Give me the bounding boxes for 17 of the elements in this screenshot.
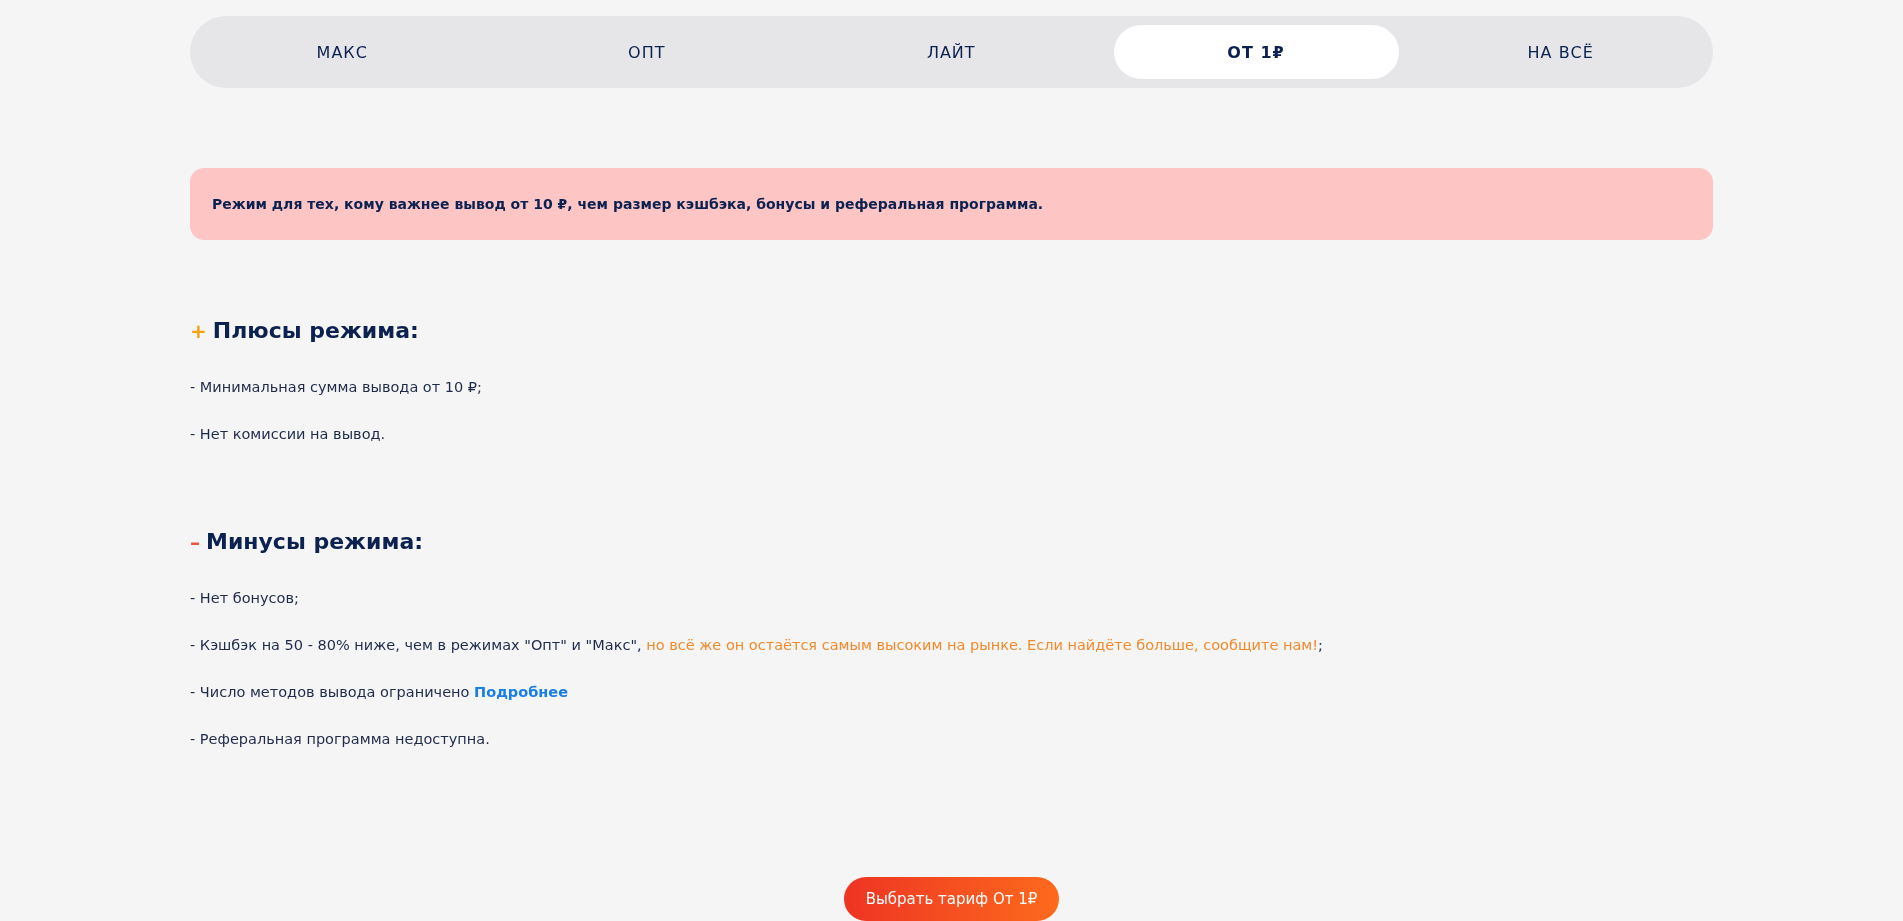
plus-sign: +: [190, 318, 207, 343]
list-item-text: - Число методов вывода ограничено: [190, 684, 471, 700]
list-item-text: - Нет бонусов;: [190, 589, 300, 608]
mode-tab[interactable]: НА ВСЁ: [1509, 25, 1612, 79]
list-item-text: - Кэшбэк на 50 - 80% ниже, чем в режимах "Опт" и "Макс", но всё же он остаётся самым высоким на рынке. Если найдёте больше, сообщите нам!;: [190, 636, 1324, 655]
mode-tab[interactable]: ОПТ: [610, 25, 684, 79]
list-item-text: - Минимальная сумма вывода от 10 ₽;: [190, 378, 483, 397]
more-link[interactable]: Подробнее: [474, 684, 568, 700]
list-item-text: - Реферальная программа недоступна.: [190, 730, 491, 749]
notice-banner: Режим для тех, кому важнее вывод от 10 ₽, чем размер кэшбэка, бонусы и реферальная программа.: [190, 168, 1713, 240]
list-item-text: - Нет комиссии на вывод.: [190, 425, 387, 444]
section-heading: Минусы режима:: [206, 529, 424, 554]
mode-tab[interactable]: ЛАЙТ: [908, 25, 994, 79]
mode-tab[interactable]: МАКС: [298, 25, 386, 79]
mode-tab[interactable]: ОТ 1₽: [1113, 25, 1399, 79]
minus-sign: –: [190, 529, 200, 554]
section-heading: Плюсы режима:: [212, 318, 419, 343]
